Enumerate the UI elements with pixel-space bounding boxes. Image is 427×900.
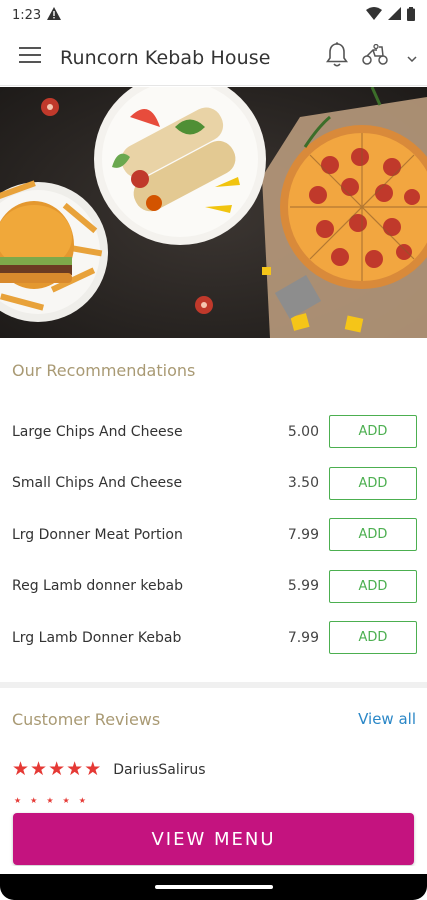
review-item-partial: ★ ★ ★ ★ ★ [14,796,86,805]
star-icon: ★ [30,759,48,780]
section-divider [0,682,427,688]
item-price: 7.99 [287,629,319,646]
list-item: Reg Lamb donner kebab 5.99 ADD [0,561,427,613]
view-all-link[interactable]: View all [358,710,416,728]
star-icon: ★ [84,759,102,780]
star-icon: ★ [66,759,84,780]
app-bar: Runcorn Kebab House [0,30,427,86]
list-item: Large Chips And Cheese 5.00 ADD [0,406,427,458]
item-name: Lrg Donner Meat Portion [12,526,183,543]
status-time: 1:23 [12,7,42,23]
star-icon: ★ [14,796,22,805]
system-nav-bar [0,874,427,900]
review-item: ★ ★ ★ ★ ★ DariusSalirus [12,760,206,779]
home-gesture-handle[interactable] [155,885,273,889]
order-type-selector[interactable] [361,38,417,78]
star-icon: ★ [30,796,38,805]
list-item: Small Chips And Cheese 3.50 ADD [0,458,427,510]
star-rating: ★ ★ ★ ★ ★ [12,760,101,779]
status-bar: 1:23 [0,0,427,30]
recommendations-list: Large Chips And Cheese 5.00 ADD Small Ch… [0,406,427,664]
add-button[interactable]: ADD [329,466,417,500]
add-button[interactable]: ADD [329,415,417,449]
chevron-down-icon [407,49,417,67]
hamburger-icon [19,47,41,68]
add-button[interactable]: ADD [329,621,417,655]
star-icon: ★ [46,796,54,805]
signal-icon [388,7,401,23]
item-name: Lrg Lamb Donner Kebab [12,629,182,646]
item-price: 5.99 [287,578,319,595]
hero-food-image [0,87,427,338]
star-icon: ★ [12,759,30,780]
add-button[interactable]: ADD [329,518,417,552]
item-price: 7.99 [287,526,319,543]
list-item: Lrg Lamb Donner Kebab 7.99 ADD [0,612,427,664]
item-name: Small Chips And Cheese [12,475,183,492]
star-icon: ★ [62,796,70,805]
scooter-icon [361,43,389,71]
list-item: Lrg Donner Meat Portion 7.99 ADD [0,509,427,561]
item-price: 3.50 [287,475,319,492]
item-name: Large Chips And Cheese [12,423,183,440]
app-title: Runcorn Kebab House [60,46,271,69]
item-price: 5.00 [287,423,319,440]
star-icon: ★ [48,759,66,780]
reviewer-name: DariusSalirus [113,761,206,778]
recommendations-title: Our Recommendations [12,361,196,380]
bell-icon [325,42,349,73]
notifications-button[interactable] [319,38,355,78]
view-menu-button[interactable]: VIEW MENU [13,813,414,865]
warning-icon [47,7,62,23]
item-name: Reg Lamb donner kebab [12,578,183,595]
reviews-title: Customer Reviews [12,710,161,729]
battery-icon [407,6,415,24]
add-button[interactable]: ADD [329,569,417,603]
wifi-icon [366,7,382,23]
star-icon: ★ [78,796,86,805]
menu-button[interactable] [0,30,60,86]
